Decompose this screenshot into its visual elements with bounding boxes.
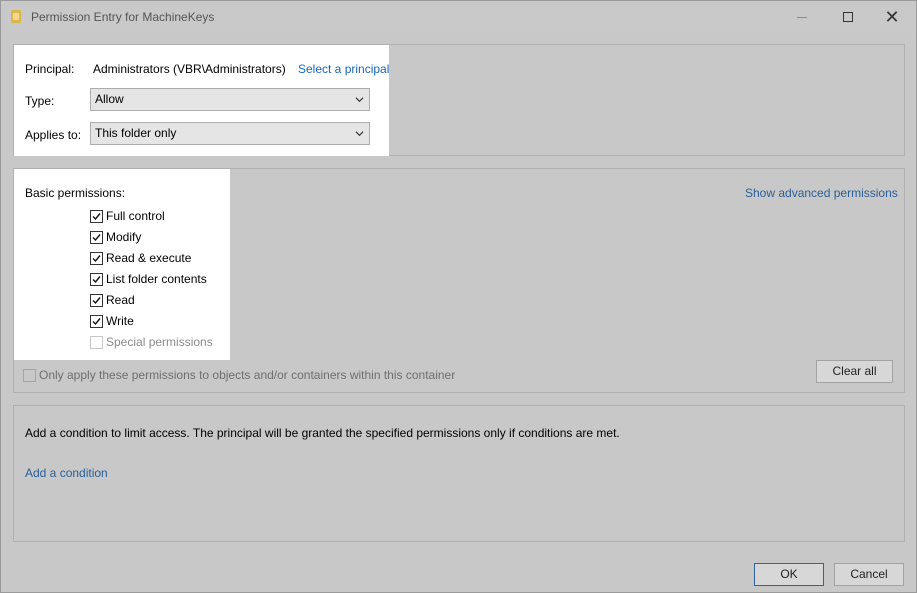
checkbox-label: Full control xyxy=(106,209,165,223)
checkbox[interactable] xyxy=(90,293,103,307)
checkbox-label: Read & execute xyxy=(106,251,192,265)
close-button[interactable]: ✕ xyxy=(869,1,915,33)
checkmark-icon xyxy=(92,233,101,241)
clear-all-button[interactable]: Clear all xyxy=(816,360,893,383)
checkbox[interactable] xyxy=(90,314,103,328)
checkbox[interactable] xyxy=(90,230,103,244)
checkbox xyxy=(23,368,36,382)
basic-permissions-heading: Basic permissions: xyxy=(25,186,126,200)
type-select[interactable]: Allow xyxy=(90,88,370,111)
add-condition-link[interactable]: Add a condition xyxy=(25,466,108,480)
folder-icon xyxy=(11,10,21,23)
applies-to-label: Applies to: xyxy=(25,128,82,142)
only-apply-option: Only apply these permissions to objects … xyxy=(23,368,455,382)
checkbox-label: List folder contents xyxy=(106,272,207,286)
minimize-button[interactable] xyxy=(779,1,825,33)
checkbox[interactable] xyxy=(90,272,103,286)
checkmark-icon xyxy=(92,317,101,325)
checkmark-icon xyxy=(92,296,101,304)
only-apply-label: Only apply these permissions to objects … xyxy=(39,368,456,382)
close-icon: ✕ xyxy=(884,7,900,27)
maximize-icon xyxy=(843,12,853,22)
permission-full-control[interactable]: Full control xyxy=(90,208,165,224)
checkbox[interactable] xyxy=(90,209,103,223)
permission-special: Special permissions xyxy=(90,334,213,350)
principal-value: Administrators (VBR\Administrators) xyxy=(93,62,286,76)
ok-button[interactable]: OK xyxy=(754,563,824,586)
permission-modify[interactable]: Modify xyxy=(90,229,141,245)
permission-entry-dialog: Permission Entry for MachineKeys ✕ Princ… xyxy=(0,0,917,593)
applies-to-select-value: This folder only xyxy=(95,126,177,140)
permission-list-folder-contents[interactable]: List folder contents xyxy=(90,271,207,287)
maximize-button[interactable] xyxy=(825,1,871,33)
checkmark-icon xyxy=(92,275,101,283)
select-principal-link[interactable]: Select a principal xyxy=(298,62,389,76)
checkbox-label: Special permissions xyxy=(106,335,213,349)
checkmark-icon xyxy=(92,254,101,262)
show-advanced-permissions-link[interactable]: Show advanced permissions xyxy=(745,186,898,200)
permission-read[interactable]: Read xyxy=(90,292,135,308)
chevron-down-icon xyxy=(355,97,364,103)
window-title: Permission Entry for MachineKeys xyxy=(31,10,215,24)
title-bar[interactable]: Permission Entry for MachineKeys ✕ xyxy=(1,1,916,33)
permission-write[interactable]: Write xyxy=(90,313,134,329)
checkbox-label: Read xyxy=(106,293,135,307)
cancel-button[interactable]: Cancel xyxy=(834,563,904,586)
type-label: Type: xyxy=(25,94,55,108)
applies-to-select[interactable]: This folder only xyxy=(90,122,370,145)
type-select-value: Allow xyxy=(95,92,124,106)
checkbox-label: Write xyxy=(106,314,134,328)
checkbox[interactable] xyxy=(90,251,103,265)
minimize-icon xyxy=(797,16,807,18)
permission-read-execute[interactable]: Read & execute xyxy=(90,250,191,266)
chevron-down-icon xyxy=(355,131,364,137)
checkbox-label: Modify xyxy=(106,230,142,244)
principal-label: Principal: xyxy=(25,62,75,76)
checkmark-icon xyxy=(92,212,101,220)
condition-description: Add a condition to limit access. The pri… xyxy=(25,426,620,440)
checkbox xyxy=(90,335,103,349)
